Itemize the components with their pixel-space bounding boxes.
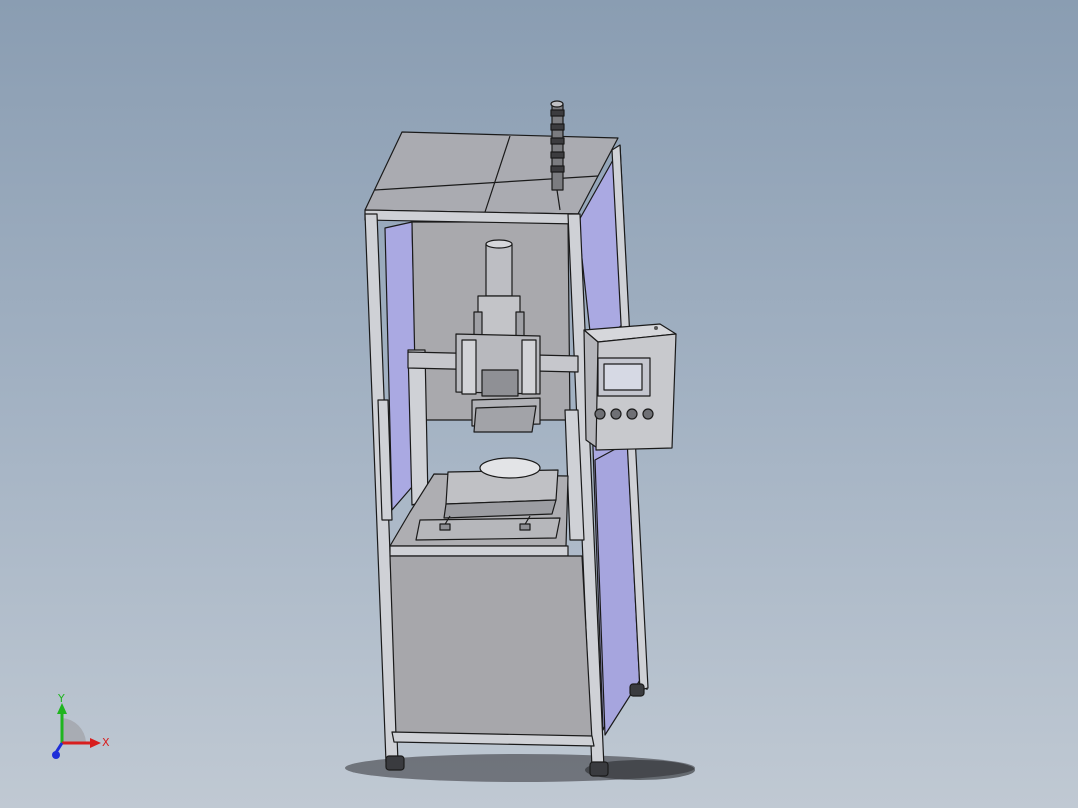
x-axis-label: X: [102, 736, 110, 749]
cad-viewport[interactable]: Y X: [0, 0, 1078, 808]
hmi-screen[interactable]: [597, 357, 651, 397]
y-axis-label: Y: [57, 692, 65, 705]
control-button-4[interactable]: [642, 408, 654, 420]
lower-cabinet[interactable]: [389, 555, 595, 747]
coordinate-triad[interactable]: Y X: [52, 692, 110, 759]
triad-shading: [62, 718, 86, 743]
z-axis-tip: [52, 751, 60, 759]
press-head[interactable]: [471, 397, 541, 433]
control-button-3[interactable]: [626, 408, 638, 420]
control-panel[interactable]: [583, 323, 677, 451]
control-button-2[interactable]: [610, 408, 622, 420]
machine-model[interactable]: [364, 100, 677, 777]
roof[interactable]: [364, 131, 619, 225]
x-axis-arrow: [90, 738, 101, 748]
control-button-1[interactable]: [594, 408, 606, 420]
